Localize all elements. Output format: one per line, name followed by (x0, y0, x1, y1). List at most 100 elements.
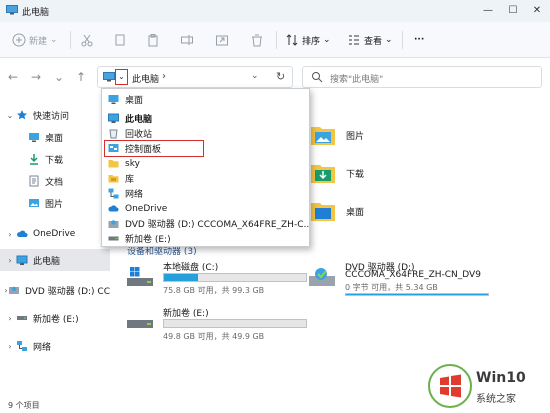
minimize-button[interactable]: — (477, 3, 499, 19)
sort-button[interactable]: 排序 ⌄ (285, 31, 331, 49)
new-button[interactable]: 新建 ⌄ (12, 31, 58, 49)
chevron-right-icon[interactable]: › (4, 314, 16, 323)
sidebar-item-label: 图片 (45, 199, 64, 210)
chevron-right-icon[interactable]: › (4, 256, 16, 265)
download-icon (30, 154, 38, 165)
breadcrumb-separator[interactable]: › (162, 71, 166, 82)
dropdown-item-onedrive[interactable]: OneDrive (102, 201, 309, 216)
sidebar-item-label: 新加卷 (E:) (33, 314, 79, 325)
drive-name: 新加卷 (E:) (163, 309, 209, 319)
sidebar-item-label: 文档 (45, 177, 64, 188)
close-button[interactable]: ✕ (526, 3, 548, 19)
cloud-icon (108, 205, 119, 212)
drive-c[interactable]: 本地磁盘 (C:) 75.8 GB 可用，共 99.3 GB (126, 260, 326, 300)
share-icon (216, 35, 228, 46)
windows-drive-icon (127, 267, 153, 286)
sidebar-item-label: OneDrive (33, 229, 76, 239)
drive-icon (127, 320, 153, 328)
pc-icon (108, 113, 119, 123)
breadcrumb-this-pc[interactable]: 此电脑 (132, 72, 159, 85)
dropdown-item-recycle-bin[interactable]: 回收站 (102, 126, 309, 141)
folder-desktop[interactable]: 桌面 (310, 200, 364, 222)
trash-icon (252, 34, 262, 47)
pc-icon (6, 5, 18, 15)
scissors-icon (81, 34, 93, 47)
new-button-label: 新建 (29, 36, 48, 47)
search-input[interactable]: 搜索"此电脑" (302, 66, 542, 88)
drive-space-info: 49.8 GB 可用，共 49.9 GB (163, 332, 265, 341)
sidebar-item-downloads[interactable]: 下载 (0, 148, 110, 170)
maximize-button[interactable]: ☐ (502, 3, 524, 19)
folder-pictures[interactable]: 图片 (310, 124, 364, 146)
sidebar-item-this-pc[interactable]: › 此电脑 (0, 249, 110, 271)
search-placeholder: 搜索"此电脑" (330, 75, 384, 85)
plus-circle-icon (12, 33, 26, 47)
address-history-chevron-icon[interactable]: ⌄ (251, 71, 259, 81)
sidebar-item-onedrive[interactable]: › OneDrive (0, 223, 110, 245)
dropdown-item-sky[interactable]: sky (102, 156, 309, 171)
pc-icon (103, 72, 115, 82)
folder-label: 桌面 (346, 207, 365, 218)
paste-button[interactable] (146, 31, 160, 49)
dropdown-item-libraries[interactable]: 库 (102, 171, 309, 186)
chevron-right-icon[interactable]: › (4, 230, 16, 239)
dropdown-item-dvd-drive[interactable]: DVD 驱动器 (D:) CCCOMA_X64FRE_ZH-C... (102, 216, 309, 231)
share-button[interactable] (215, 31, 229, 49)
sidebar-item-new-volume-e[interactable]: › 新加卷 (E:) (0, 307, 110, 329)
desktop-icon (311, 203, 335, 221)
chevron-down-icon: ⌄ (323, 35, 331, 45)
navigation-pane: ⌄ 快速访问 桌面 下载 文档 图片 › OneDrive › 此电脑 › DV… (0, 96, 110, 396)
library-icon (108, 175, 119, 183)
dvd-icon (9, 286, 19, 294)
refresh-icon[interactable]: ↻ (276, 70, 285, 83)
sidebar-item-desktop[interactable]: 桌面 (0, 126, 110, 148)
rename-icon (181, 35, 193, 45)
sidebar-item-label: DVD 驱动器 (D:) CC (25, 286, 110, 297)
cut-button[interactable] (80, 31, 94, 49)
dvd-icon (108, 220, 119, 228)
delete-button[interactable] (250, 31, 264, 49)
dropdown-item-new-volume-e[interactable]: 新加卷 (E:) (102, 231, 309, 246)
sidebar-item-network[interactable]: › 网络 (0, 335, 110, 357)
forward-icon[interactable]: → (29, 70, 43, 84)
sort-icon (286, 34, 298, 46)
drive-d-dvd[interactable]: DVD 驱动器 (D:) CCCOMA_X64FRE_ZH-CN_DV9 0 字… (308, 260, 548, 300)
dropdown-item-label: OneDrive (125, 203, 168, 214)
dropdown-item-label: 网络 (125, 190, 144, 200)
dropdown-item-label: 回收站 (125, 130, 153, 140)
back-icon[interactable]: ← (6, 70, 20, 84)
copy-button[interactable] (113, 31, 127, 49)
chevron-down-icon[interactable]: ⌄ (4, 111, 16, 120)
site-watermark: Win10 系统之家 (428, 364, 548, 408)
dropdown-item-network[interactable]: 网络 (102, 186, 309, 201)
recent-chevron-icon[interactable]: ⌄ (52, 70, 66, 84)
toolbar-divider (70, 31, 71, 49)
sidebar-item-quick-access[interactable]: ⌄ 快速访问 (0, 104, 110, 126)
command-bar: 新建 ⌄ 排序 ⌄ 查看 ⌄ ··· (0, 22, 550, 58)
search-icon (312, 72, 323, 83)
pictures-icon (29, 199, 39, 207)
dropdown-item-label: 新加卷 (E:) (125, 235, 171, 245)
rename-button[interactable] (180, 31, 194, 49)
sidebar-item-label: 快速访问 (33, 111, 70, 122)
more-options-button[interactable]: ··· (414, 31, 424, 49)
dropdown-item-label: 桌面 (125, 96, 144, 106)
drive-e[interactable]: 新加卷 (E:) 49.8 GB 可用，共 49.9 GB (126, 306, 326, 346)
dropdown-item-this-pc[interactable]: 此电脑 (102, 111, 309, 126)
chevron-right-icon[interactable]: › (4, 342, 16, 351)
drive-usage-bar (163, 273, 307, 282)
dropdown-item-desktop[interactable]: 桌面 (102, 92, 309, 107)
folder-downloads[interactable]: 下载 (310, 162, 364, 184)
view-button-label: 查看 (364, 36, 383, 47)
sidebar-item-label: 此电脑 (33, 256, 61, 267)
address-dropdown-chevron-icon[interactable]: ⌄ (115, 69, 128, 85)
toolbar-divider (402, 31, 403, 49)
address-bar[interactable]: ⌄ 此电脑 › ⌄ ↻ (97, 66, 293, 88)
sidebar-item-documents[interactable]: 文档 (0, 170, 110, 192)
view-icon (349, 35, 359, 45)
title-bar: 此电脑 — ☐ ✕ (0, 0, 550, 22)
up-icon[interactable]: ↑ (74, 70, 88, 84)
sidebar-item-pictures[interactable]: 图片 (0, 192, 110, 214)
sidebar-item-dvd-drive[interactable]: › DVD 驱动器 (D:) CC (0, 279, 110, 301)
view-button[interactable]: 查看 ⌄ (347, 31, 393, 49)
